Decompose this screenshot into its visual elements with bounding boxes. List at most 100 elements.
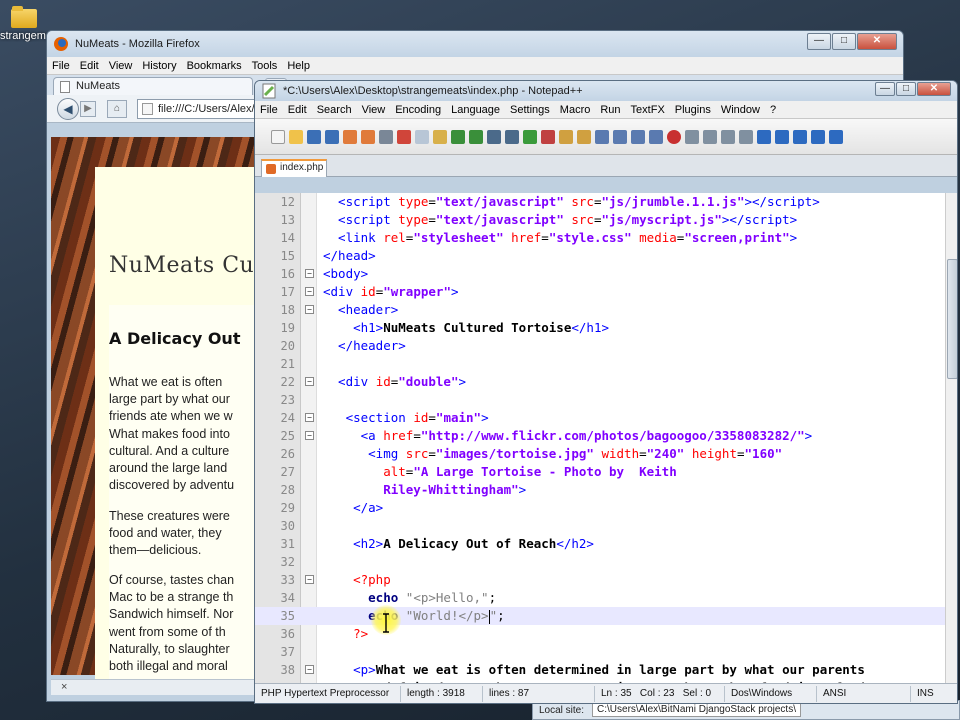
close-findbar-icon[interactable]: ×: [61, 681, 67, 693]
code-token: "World!</p>: [405, 608, 489, 623]
forward-arrow-icon[interactable]: ▶: [80, 101, 96, 117]
menu-macro[interactable]: Macro: [555, 104, 596, 116]
tab-numeats[interactable]: NuMeats: [53, 77, 253, 95]
show-all-chars-icon[interactable]: [613, 129, 627, 144]
code-line: 13 <script type="text/javascript" src="j…: [255, 211, 945, 229]
menu-encoding[interactable]: Encoding: [390, 104, 446, 116]
record-macro-icon[interactable]: [667, 129, 681, 144]
line-number: 24: [280, 411, 295, 425]
copy-icon[interactable]: [415, 129, 429, 144]
play-macro-icon[interactable]: [703, 129, 717, 144]
menu-search[interactable]: Search: [312, 104, 357, 116]
trim-icon[interactable]: [811, 129, 825, 144]
textfx-icon[interactable]: [757, 129, 771, 144]
minimize-button[interactable]: —: [875, 82, 895, 96]
zoom-out-icon[interactable]: [541, 129, 555, 144]
redo-icon[interactable]: [469, 129, 483, 144]
cut-icon[interactable]: [397, 129, 411, 144]
menu-edit[interactable]: Edit: [283, 104, 312, 116]
code-token: ></script>: [744, 194, 820, 209]
code-line: 26 <img src="images/tortoise.jpg" width=…: [255, 445, 945, 463]
zoom-in-icon[interactable]: [523, 129, 537, 144]
plugin-icon[interactable]: [829, 129, 843, 144]
menu-language[interactable]: Language: [446, 104, 505, 116]
code-line: 38 − <p>What we eat is often determined i…: [255, 661, 945, 679]
code-token: src: [405, 446, 429, 461]
notepadpp-titlebar[interactable]: *C:\Users\Alex\Desktop\strangemeats\inde…: [255, 81, 957, 101]
fold-toggle-icon[interactable]: −: [305, 665, 314, 674]
indent-guide-icon[interactable]: [631, 129, 645, 144]
menu-edit[interactable]: Edit: [75, 60, 104, 72]
fold-toggle-icon[interactable]: −: [305, 287, 314, 296]
fold-toggle-icon[interactable]: −: [305, 269, 314, 278]
menu-file[interactable]: File: [255, 104, 283, 116]
run-macro-multiple-icon[interactable]: [721, 129, 735, 144]
open-file-icon[interactable]: [289, 129, 303, 144]
user-lang-icon[interactable]: [649, 129, 663, 144]
tab-title: NuMeats: [76, 80, 121, 92]
new-file-icon[interactable]: [271, 129, 285, 144]
menu-bookmarks[interactable]: Bookmarks: [182, 60, 247, 72]
print-icon[interactable]: [379, 129, 393, 144]
notepadpp-logo-icon: [262, 83, 276, 99]
save-icon[interactable]: [307, 129, 321, 144]
code-token: <h2>: [323, 536, 384, 551]
fold-toggle-icon[interactable]: −: [305, 305, 314, 314]
menu-settings[interactable]: Settings: [505, 104, 555, 116]
menu-plugins[interactable]: Plugins: [670, 104, 716, 116]
local-site-path[interactable]: C:\Users\Alex\BitNami DjangoStack projec…: [592, 703, 801, 717]
code-token: "text/javascript": [435, 212, 564, 227]
maximize-button[interactable]: □: [832, 33, 856, 50]
maximize-button[interactable]: □: [896, 82, 916, 96]
desktop-folder-icon[interactable]: strangeme: [0, 0, 48, 42]
menu-view[interactable]: View: [104, 60, 138, 72]
file-tab-index-php[interactable]: index.php: [261, 159, 327, 177]
fold-toggle-icon[interactable]: −: [305, 431, 314, 440]
vertical-scrollbar[interactable]: [945, 193, 957, 683]
scrollbar-thumb[interactable]: [947, 259, 957, 379]
code-token: href: [383, 428, 414, 443]
menu-help[interactable]: ?: [765, 104, 781, 116]
home-icon[interactable]: ⌂: [107, 100, 127, 118]
menu-window[interactable]: Window: [716, 104, 765, 116]
replace-icon[interactable]: [505, 129, 519, 144]
minimize-button[interactable]: —: [807, 33, 831, 50]
fold-toggle-icon[interactable]: −: [305, 413, 314, 422]
sync-vertical-icon[interactable]: [559, 129, 573, 144]
save-macro-icon[interactable]: [739, 129, 753, 144]
code-token: alt: [383, 464, 406, 479]
code-token: </h1>: [571, 320, 610, 335]
find-icon[interactable]: [487, 129, 501, 144]
move-up-icon[interactable]: [775, 129, 789, 144]
status-lines: lines : 87: [483, 685, 595, 702]
code-token: What we eat is often determined in large…: [375, 662, 865, 677]
php-file-icon: [266, 164, 276, 174]
code-editor[interactable]: 12 <script type="text/javascript" src="j…: [255, 193, 957, 683]
word-wrap-icon[interactable]: [595, 129, 609, 144]
menu-history[interactable]: History: [137, 60, 181, 72]
firefox-titlebar[interactable]: NuMeats - Mozilla Firefox — □ ✕: [47, 31, 903, 57]
paste-icon[interactable]: [433, 129, 447, 144]
close-file-icon[interactable]: [343, 129, 357, 144]
menu-file[interactable]: File: [47, 60, 75, 72]
undo-icon[interactable]: [451, 129, 465, 144]
stop-macro-icon[interactable]: [685, 129, 699, 144]
menu-help[interactable]: Help: [282, 60, 315, 72]
close-all-icon[interactable]: [361, 129, 375, 144]
menu-tools[interactable]: Tools: [247, 60, 283, 72]
sync-horizontal-icon[interactable]: [577, 129, 591, 144]
menu-run[interactable]: Run: [595, 104, 625, 116]
back-arrow-icon[interactable]: ◀: [57, 98, 79, 120]
save-all-icon[interactable]: [325, 129, 339, 144]
close-button[interactable]: ✕: [857, 33, 897, 50]
menu-view[interactable]: View: [357, 104, 391, 116]
fold-toggle-icon[interactable]: −: [305, 377, 314, 386]
close-button[interactable]: ✕: [917, 82, 951, 96]
code-token: href: [511, 230, 542, 245]
move-down-icon[interactable]: [793, 129, 807, 144]
menu-textfx[interactable]: TextFX: [626, 104, 670, 116]
code-text: <header>: [323, 301, 398, 319]
notepadpp-window[interactable]: *C:\Users\Alex\Desktop\strangemeats\inde…: [254, 80, 958, 704]
code-token: id: [375, 374, 391, 389]
fold-toggle-icon[interactable]: −: [305, 575, 314, 584]
